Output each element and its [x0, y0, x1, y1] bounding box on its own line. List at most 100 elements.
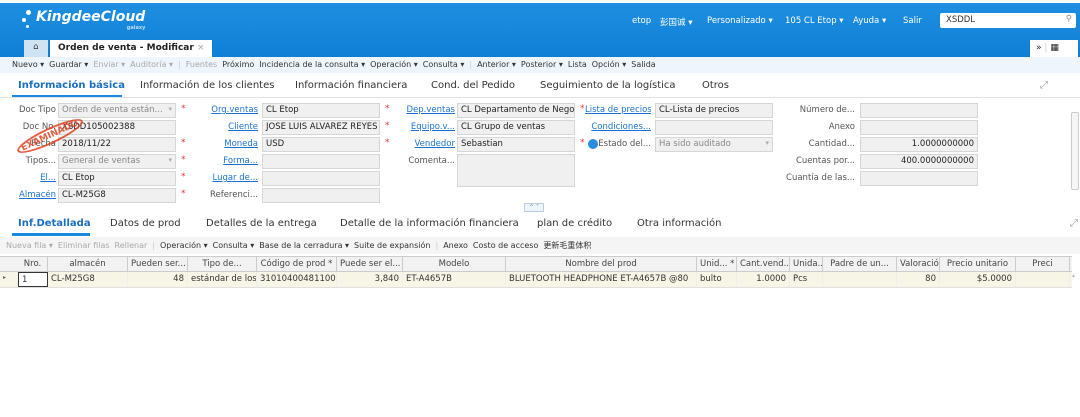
toolbar-button[interactable]: Guardar ▾	[49, 60, 88, 69]
table-cell[interactable]: ET-A4657B	[403, 272, 506, 287]
toolbar-button[interactable]: Eliminar filas	[58, 241, 110, 250]
table-row[interactable]: ▸ 1 CL-M25G8 48 estándar de los 3101040048110…	[0, 272, 1072, 288]
table-cell[interactable]: Pcs	[790, 272, 823, 287]
logout-link[interactable]: Salir	[903, 16, 922, 26]
forma-label[interactable]: Forma...	[223, 156, 258, 166]
column-header[interactable]: Cant.vend...	[737, 257, 790, 271]
toolbar-button[interactable]: Próximo	[222, 60, 254, 69]
anexo-field[interactable]	[860, 120, 978, 135]
table-cell[interactable]: 3,840	[337, 272, 403, 287]
toolbar-button[interactable]: Nuevo ▾	[12, 60, 44, 69]
dep-ventas-field[interactable]: CL Departamento de Negoc	[457, 103, 575, 118]
home-tab[interactable]: ⌂	[24, 40, 48, 57]
cuentas-field[interactable]: 400.0000000000	[860, 154, 978, 169]
tab-seguimiento-logistica[interactable]: Seguimiento de la logística	[540, 80, 676, 91]
table-cell[interactable]: CL-M25G8	[48, 272, 128, 287]
search-input[interactable]: XSDDL ⚲	[940, 13, 1076, 28]
column-header[interactable]: Valoració...	[897, 257, 940, 271]
tipos-field[interactable]: General de ventas ▾	[58, 154, 176, 169]
column-header[interactable]: Tipo de...	[188, 257, 257, 271]
chevron-down-icon[interactable]: ▾	[168, 105, 172, 113]
toolbar-button[interactable]: Enviar ▾	[93, 60, 125, 69]
lugar-field[interactable]	[262, 171, 380, 186]
lista-precios-label[interactable]: Lista de precios	[585, 105, 651, 115]
collapse-toggle[interactable]: ^ ˅	[524, 203, 544, 212]
search-icon[interactable]: ⚲	[1066, 14, 1072, 24]
toolbar-button[interactable]: Anterior ▾	[477, 60, 516, 69]
tab-informacion-basica[interactable]: Información básica	[18, 80, 125, 91]
toolbar-button[interactable]: Lista	[568, 60, 587, 69]
column-header[interactable]: Pueden ser...	[128, 257, 188, 271]
tab-detalles-entrega[interactable]: Detalles de la entrega	[206, 218, 317, 229]
toolbar-button[interactable]: Salida	[631, 60, 655, 69]
toolbar-button[interactable]: Suite de expansión	[354, 241, 430, 250]
almacen-label[interactable]: Almacén	[19, 190, 56, 200]
toolbar-button[interactable]: Consulta ▾	[213, 241, 255, 250]
table-cell[interactable]	[823, 272, 897, 287]
org-ventas-field[interactable]: CL Etop	[262, 103, 380, 118]
doc-tipo-field[interactable]: Orden de venta están... ▾	[58, 103, 176, 118]
column-header[interactable]: almacén	[48, 257, 128, 271]
fecha-field[interactable]: 2018/11/22	[58, 137, 176, 152]
column-header[interactable]: Unid... *	[697, 257, 737, 271]
cliente-field[interactable]: JOSE LUIS ALVAREZ REYES	[262, 120, 380, 135]
cantidad-field[interactable]: 1.0000000000	[860, 137, 978, 152]
equipo-field[interactable]: CL Grupo de ventas	[457, 120, 575, 135]
condiciones-field[interactable]	[655, 120, 773, 135]
chevron-double-down-icon[interactable]: »	[1036, 43, 1042, 53]
expand-icon[interactable]: ⤢	[1040, 80, 1048, 91]
tab-orden-de-venta[interactable]: Orden de venta - Modificar ×	[50, 40, 213, 57]
el-field[interactable]: CL Etop	[58, 171, 176, 186]
toolbar-button[interactable]: Consulta ▾	[423, 60, 465, 69]
grid-icon[interactable]: ▦	[1050, 43, 1059, 53]
toolbar-button[interactable]: Opción ▾	[592, 60, 627, 69]
toolbar-button[interactable]: Auditoría ▾	[130, 60, 173, 69]
column-header[interactable]: Precio unitario	[940, 257, 1016, 271]
vendedor-label[interactable]: Vendedor	[415, 139, 456, 149]
form-scrollbar[interactable]	[1071, 100, 1079, 205]
comenta-field[interactable]	[457, 154, 575, 187]
column-header[interactable]: Modelo	[403, 257, 506, 271]
tab-datos-prod[interactable]: Datos de prod	[110, 218, 181, 229]
condiciones-label[interactable]: Condiciones...	[591, 122, 651, 132]
lugar-label[interactable]: Lugar de...	[212, 173, 258, 183]
grid-scrollbar[interactable]: ▴	[1072, 272, 1080, 412]
numero-field[interactable]	[860, 103, 978, 118]
close-icon[interactable]: ×	[197, 43, 205, 53]
user-menu[interactable]: 彭国诚 ▾	[660, 16, 692, 28]
table-cell[interactable]: 80	[897, 272, 940, 287]
column-header[interactable]: Preci	[1016, 257, 1070, 271]
column-header[interactable]: Unida...	[790, 257, 823, 271]
help-menu[interactable]: Ayuda ▾	[853, 16, 886, 26]
chevron-down-icon[interactable]: ▾	[168, 156, 172, 164]
toolbar-button[interactable]: Operación ▾	[160, 241, 208, 250]
tab-detalle-financiera[interactable]: Detalle de la información financiera	[340, 218, 519, 229]
toolbar-button[interactable]: Incidencia de la consulta ▾	[259, 60, 365, 69]
tab-plan-credito[interactable]: plan de crédito	[537, 218, 612, 229]
toolbar-button[interactable]: 更新毛重体积	[543, 241, 591, 250]
table-cell[interactable]: 3101040048110016	[257, 272, 337, 287]
toolbar-button[interactable]: Costo de acceso	[473, 241, 538, 250]
toolbar-button[interactable]: Nueva fila ▾	[6, 241, 53, 250]
moneda-field[interactable]: USD	[262, 137, 380, 152]
toolbar-button[interactable]: Operación ▾	[370, 60, 418, 69]
lista-precios-field[interactable]: CL-Lista de precios	[655, 103, 773, 118]
expand-icon[interactable]: ⤢	[1070, 218, 1078, 229]
toolbar-button[interactable]: Base de la cerradura ▾	[259, 241, 349, 250]
table-cell[interactable]: 48	[128, 272, 188, 287]
tab-inf-detallada[interactable]: Inf.Detallada	[18, 218, 91, 229]
moneda-label[interactable]: Moneda	[224, 139, 258, 149]
column-header[interactable]: Padre de un...	[823, 257, 897, 271]
dep-ventas-label[interactable]: Dep.ventas	[407, 105, 456, 115]
org-ventas-label[interactable]: Org.ventas	[211, 105, 258, 115]
el-label[interactable]: El...	[40, 173, 56, 183]
toolbar-button[interactable]: Posterior ▾	[521, 60, 563, 69]
table-cell[interactable]: $5.0000	[940, 272, 1016, 287]
table-cell[interactable]: 1.0000	[737, 272, 790, 287]
column-header[interactable]: Puede ser el...	[337, 257, 403, 271]
toolbar-button[interactable]: Rellenar	[115, 241, 148, 250]
toolbar-button[interactable]: Anexo	[443, 241, 468, 250]
tab-cond-pedido[interactable]: Cond. del Pedido	[431, 80, 515, 91]
tab-informacion-clientes[interactable]: Información de los clientes	[140, 80, 274, 91]
tab-informacion-financiera[interactable]: Información financiera	[295, 80, 407, 91]
